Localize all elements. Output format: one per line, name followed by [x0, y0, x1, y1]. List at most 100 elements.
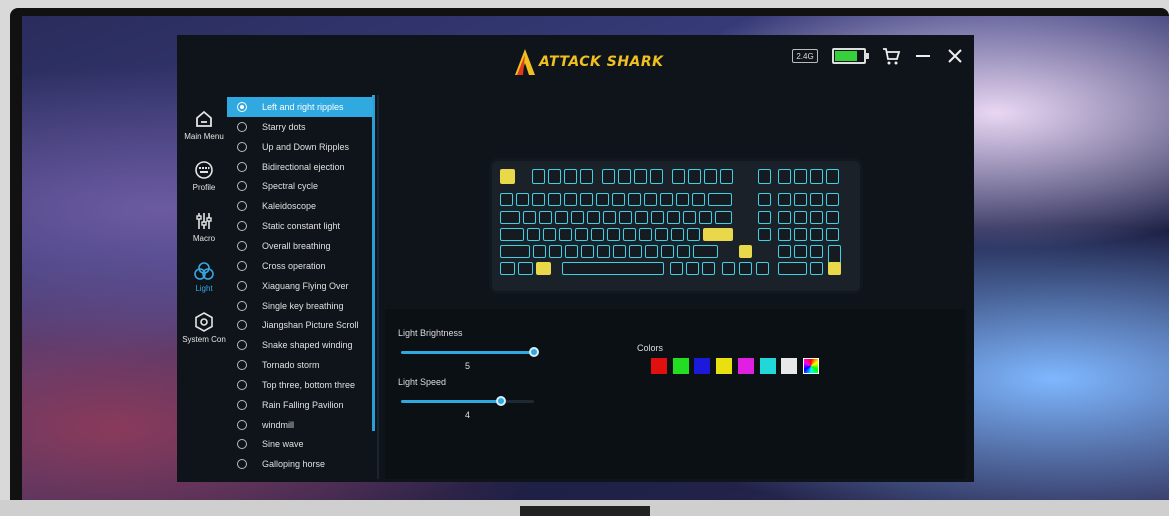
effect-item[interactable]: Rain Falling Pavilion — [227, 395, 373, 415]
keyboard-key[interactable] — [778, 169, 791, 184]
nav-light[interactable]: Light — [177, 261, 231, 293]
keyboard-key[interactable] — [670, 262, 683, 275]
keyboard-key[interactable] — [543, 228, 556, 241]
keyboard-key[interactable] — [778, 228, 791, 241]
keyboard-key[interactable] — [693, 245, 718, 258]
effect-radio[interactable] — [237, 102, 247, 112]
keyboard-key[interactable] — [699, 211, 712, 224]
effect-radio[interactable] — [237, 221, 247, 232]
keyboard-key[interactable] — [587, 211, 600, 224]
effect-radio[interactable] — [237, 340, 247, 351]
keyboard-key[interactable] — [500, 211, 520, 224]
keyboard-key[interactable] — [613, 245, 626, 258]
cart-icon[interactable] — [879, 44, 903, 68]
effect-radio[interactable] — [237, 280, 247, 291]
effect-item[interactable]: Left and right ripples — [227, 97, 373, 117]
effect-item[interactable]: Spectral cycle — [227, 176, 373, 196]
keyboard-key[interactable] — [564, 169, 577, 184]
effect-radio[interactable] — [237, 419, 247, 430]
keyboard-key[interactable] — [810, 193, 823, 206]
nav-macro[interactable]: Macro — [177, 211, 231, 243]
keyboard-key[interactable] — [810, 245, 823, 258]
keyboard-key[interactable] — [794, 211, 807, 224]
keyboard-key[interactable] — [828, 262, 841, 275]
effect-item[interactable]: Snake shaped winding — [227, 335, 373, 355]
effect-item[interactable]: Up and Down Ripples — [227, 137, 373, 157]
keyboard-key[interactable] — [826, 211, 839, 224]
keyboard-key[interactable] — [548, 169, 561, 184]
keyboard-key[interactable] — [575, 228, 588, 241]
keyboard-key[interactable] — [686, 262, 699, 275]
keyboard-key[interactable] — [688, 169, 701, 184]
keyboard-key[interactable] — [580, 193, 593, 206]
keyboard-key[interactable] — [708, 193, 732, 206]
effect-radio[interactable] — [237, 439, 247, 450]
keyboard-key[interactable] — [597, 245, 610, 258]
color-swatch[interactable] — [716, 358, 733, 374]
color-swatch[interactable] — [672, 358, 689, 374]
effect-radio[interactable] — [237, 121, 247, 132]
color-swatch[interactable] — [737, 358, 754, 374]
keyboard-key[interactable] — [739, 262, 752, 275]
effect-item[interactable]: Single key breathing — [227, 296, 373, 316]
effect-radio[interactable] — [237, 181, 247, 192]
effect-item[interactable]: Kaleidoscope — [227, 196, 373, 216]
keyboard-key[interactable] — [603, 211, 616, 224]
color-swatch[interactable] — [651, 358, 667, 374]
effect-radio[interactable] — [237, 399, 247, 410]
keyboard-key[interactable] — [794, 228, 807, 241]
keyboard-key[interactable] — [655, 228, 668, 241]
keyboard-key[interactable] — [518, 262, 533, 275]
speed-slider-knob[interactable] — [495, 396, 506, 406]
nav-profile[interactable]: Profile — [177, 160, 231, 192]
effect-radio[interactable] — [237, 300, 247, 311]
effect-radio[interactable] — [237, 201, 247, 212]
keyboard-key[interactable] — [702, 262, 715, 275]
effect-item[interactable]: Xiaguang Flying Over — [227, 276, 373, 296]
keyboard-key[interactable] — [677, 245, 690, 258]
nav-main-menu[interactable]: Main Menu — [177, 109, 231, 141]
keyboard-key[interactable] — [715, 211, 732, 224]
effect-item[interactable]: Starry dots — [227, 117, 373, 137]
effect-item[interactable]: Bidirectional ejection — [227, 157, 373, 177]
keyboard-key[interactable] — [651, 211, 664, 224]
effect-radio[interactable] — [237, 141, 247, 152]
keyboard-key[interactable] — [644, 193, 657, 206]
keyboard-key[interactable] — [758, 193, 771, 206]
keyboard-key[interactable] — [667, 211, 680, 224]
keyboard-key[interactable] — [580, 169, 593, 184]
keyboard-key[interactable] — [672, 169, 685, 184]
color-swatch[interactable] — [802, 358, 819, 374]
effect-radio[interactable] — [237, 161, 247, 172]
keyboard-key[interactable] — [758, 228, 771, 241]
keyboard-key[interactable] — [826, 228, 839, 241]
color-swatch[interactable] — [759, 358, 776, 374]
keyboard-key[interactable] — [778, 211, 791, 224]
keyboard-key[interactable] — [826, 193, 839, 206]
keyboard-key[interactable] — [618, 169, 631, 184]
keyboard-key[interactable] — [500, 193, 513, 206]
keyboard-key[interactable] — [602, 169, 615, 184]
keyboard-key[interactable] — [619, 211, 632, 224]
keyboard-key[interactable] — [549, 245, 562, 258]
keyboard-key[interactable] — [778, 262, 807, 275]
keyboard-key[interactable] — [562, 262, 664, 275]
effect-item[interactable]: Jiangshan Picture Scroll — [227, 315, 373, 335]
minimize-icon[interactable] — [911, 44, 935, 68]
effect-radio[interactable] — [237, 459, 247, 470]
color-swatch[interactable] — [781, 358, 798, 374]
keyboard-key[interactable] — [500, 228, 524, 241]
keyboard-key[interactable] — [607, 228, 620, 241]
keyboard-key[interactable] — [629, 245, 642, 258]
keyboard-key[interactable] — [571, 211, 584, 224]
keyboard-key[interactable] — [532, 169, 545, 184]
keyboard-key[interactable] — [533, 245, 546, 258]
effect-item[interactable]: Top three, bottom three — [227, 375, 373, 395]
effect-item[interactable]: Static constant light — [227, 216, 373, 236]
keyboard-key[interactable] — [555, 211, 568, 224]
keyboard-key[interactable] — [536, 262, 551, 275]
keyboard-key[interactable] — [810, 211, 823, 224]
effect-radio[interactable] — [237, 320, 247, 331]
keyboard-key[interactable] — [565, 245, 578, 258]
keyboard-key[interactable] — [687, 228, 700, 241]
